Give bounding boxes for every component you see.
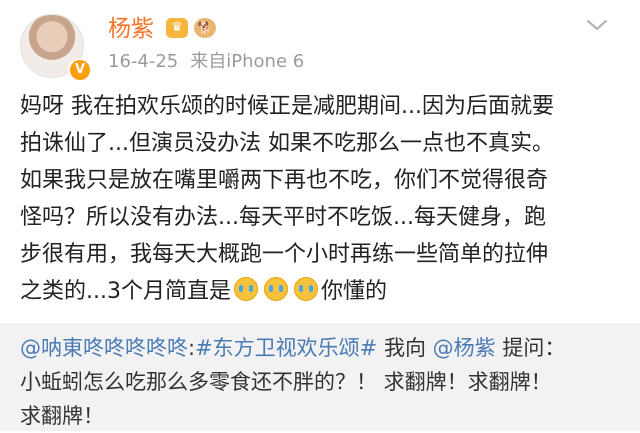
username[interactable]: 杨紫 (108, 14, 154, 44)
repost-text-segment: 提问： (495, 336, 566, 360)
dog-emoji-badge-icon[interactable]: 🐕 (194, 18, 216, 38)
mention-link[interactable]: @杨紫 (433, 336, 496, 360)
post-meta: 16-4-25 来自iPhone 6 (108, 50, 304, 74)
mention-link[interactable]: @呐東咚咚咚咚咚 (20, 336, 188, 360)
chevron-down-icon[interactable] (586, 16, 608, 34)
post-body-line: 怪吗？所以没有办法...每天平时不吃饭...每天健身，跑 (20, 205, 546, 230)
post-body-last-line: 之类的...3个月简直是 你懂的 (20, 273, 626, 310)
verified-badge-icon: V (68, 58, 92, 82)
repost-text: @呐東咚咚咚咚咚:#东方卫视欢乐颂# 我向 @杨紫 提问： 小蚯蚓怎么吃那么多零… (20, 331, 626, 433)
repost-line: 小蚯蚓怎么吃那么多零食还不胖的？！ 求翻牌！求翻牌！ (20, 370, 552, 394)
repost-line: @呐東咚咚咚咚咚:#东方卫视欢乐颂# 我向 @杨紫 提问： (20, 331, 626, 365)
post-source: 来自iPhone 6 (190, 51, 305, 72)
post-body-line: 步很有用，我每天大概跑一个小时再练一些简单的拉伸 (20, 242, 549, 267)
post-body-line: 妈呀 我在拍欢乐颂的时候正是减肥期间...因为后面就要 (20, 94, 554, 119)
post-body-text: 之类的...3个月简直是 (20, 279, 231, 304)
crying-emoji-icon (263, 277, 288, 301)
crying-emoji-icon (293, 277, 318, 301)
post-body-text: 你懂的 (320, 279, 387, 304)
repost-line: 求翻牌！ (20, 404, 104, 428)
post-timestamp: 16-4-25 (108, 51, 179, 72)
reposted-content[interactable]: @呐東咚咚咚咚咚:#东方卫视欢乐颂# 我向 @杨紫 提问： 小蚯蚓怎么吃那么多零… (0, 323, 640, 431)
repost-text-segment: 我向 (377, 336, 433, 360)
user-badges: ♛ 🐕 (166, 18, 216, 38)
post-body-line: 拍诛仙了...但演员没办法 如果不吃那么一点也不真实。 (20, 131, 554, 156)
post-header: V 杨紫 ♛ 🐕 16-4-25 来自iPhone 6 (0, 0, 640, 88)
crown-badge-icon[interactable]: ♛ (166, 18, 188, 38)
hashtag-link[interactable]: #东方卫视欢乐颂# (195, 336, 377, 360)
post-body-line: 如果我只是放在嘴里嚼两下再也不吃，你们不觉得很奇 (20, 168, 549, 193)
crying-emoji-icon (233, 277, 258, 301)
post-body: 妈呀 我在拍欢乐颂的时候正是减肥期间...因为后面就要 拍诛仙了...但演员没办… (20, 88, 626, 310)
